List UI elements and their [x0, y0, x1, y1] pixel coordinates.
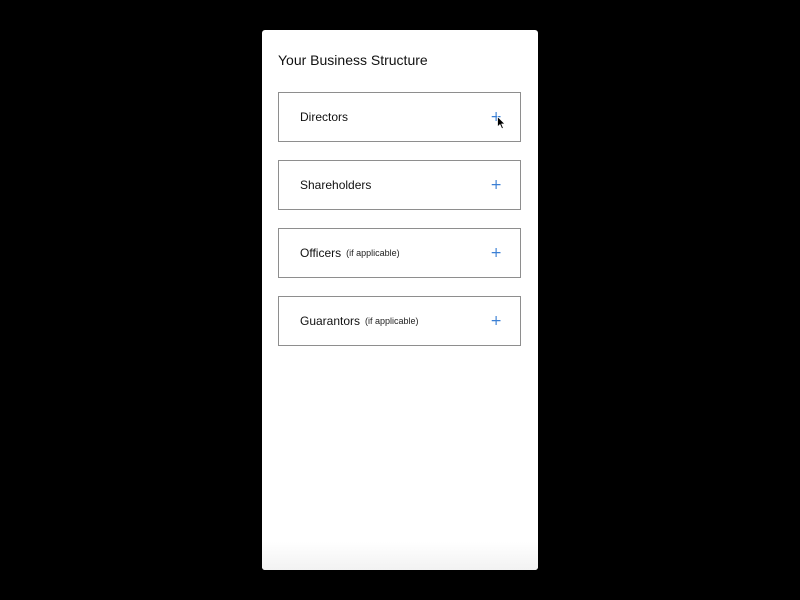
directors-section[interactable]: Directors + — [278, 92, 521, 142]
section-note: (if applicable) — [365, 316, 419, 326]
shareholders-section[interactable]: Shareholders + — [278, 160, 521, 210]
section-note: (if applicable) — [346, 248, 400, 258]
section-label: Directors — [300, 110, 349, 124]
plus-icon[interactable]: + — [490, 110, 502, 124]
section-list: Directors + Shareholders + Officers (if … — [278, 92, 521, 346]
plus-icon[interactable]: + — [490, 314, 502, 328]
section-label: Guarantors — [300, 314, 361, 328]
plus-icon[interactable]: + — [490, 178, 502, 192]
section-label: Officers — [300, 246, 342, 260]
business-structure-panel: Your Business Structure Directors + Shar… — [262, 30, 538, 570]
officers-section[interactable]: Officers (if applicable) + — [278, 228, 521, 278]
page-title: Your Business Structure — [278, 52, 428, 68]
section-label: Shareholders — [300, 178, 372, 192]
plus-icon[interactable]: + — [490, 246, 502, 260]
screen: Your Business Structure Directors + Shar… — [0, 0, 800, 600]
guarantors-section[interactable]: Guarantors (if applicable) + — [278, 296, 521, 346]
